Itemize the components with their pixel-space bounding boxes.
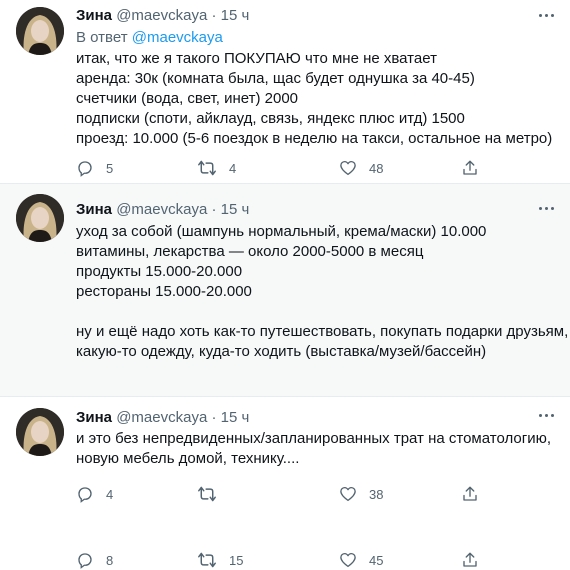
share-icon	[463, 552, 477, 567]
share-button[interactable]	[461, 550, 479, 570]
text-line	[76, 302, 561, 322]
avatar[interactable]	[16, 194, 64, 242]
reply-icon	[78, 161, 92, 177]
tweet[interactable]: Зина @maevckaya · 15 ч В ответ @maevckay…	[0, 0, 570, 183]
reply-count: 5	[106, 160, 114, 176]
tweet-text: итак, что же я такого ПОКУПАЮ что мне не…	[76, 49, 561, 149]
like-button[interactable]: 48	[339, 158, 383, 178]
more-options-icon[interactable]	[536, 406, 556, 424]
author-handle[interactable]: @maevckaya	[116, 7, 207, 24]
retweet-button[interactable]: 15	[197, 550, 243, 570]
share-button[interactable]	[461, 158, 479, 178]
more-options-icon[interactable]	[536, 6, 556, 24]
tweet-header: Зина @maevckaya · 15 ч	[76, 409, 249, 427]
like-count: 45	[369, 552, 384, 568]
retweet-icon	[198, 160, 216, 176]
share-icon	[463, 160, 477, 175]
text-line: уход за собой (шампунь нормальный, крема…	[76, 223, 487, 240]
retweet-count: 4	[229, 160, 237, 176]
author-handle[interactable]: @maevckaya	[116, 409, 207, 426]
text-line: рестораны 15.000-20.000	[76, 283, 252, 300]
retweet-button[interactable]: 4	[197, 158, 236, 178]
more-options-icon[interactable]	[536, 199, 556, 217]
author-name[interactable]: Зина	[76, 7, 112, 24]
timestamp[interactable]: 15 ч	[221, 201, 250, 218]
author-name[interactable]: Зина	[76, 409, 112, 426]
separator: ·	[211, 201, 217, 218]
like-count: 48	[369, 160, 384, 176]
reply-button[interactable]: 5	[76, 158, 113, 178]
avatar[interactable]	[16, 408, 64, 456]
separator: ·	[211, 7, 217, 24]
text-line: счетчики (вода, свет, инет) 2000	[76, 90, 298, 107]
tweet[interactable]: Зина @maevckaya · 15 ч уход за собой (ша…	[0, 183, 570, 569]
tweet-header: Зина @maevckaya · 15 ч	[76, 7, 249, 25]
tweet-text: и это без непредвиденных/запланированных…	[76, 429, 561, 469]
text-line: подписки (споти, айклауд, связь, яндекс …	[76, 110, 465, 127]
text-line: какую-то одежду, куда-то ходить (выставк…	[76, 343, 487, 360]
tweet-text: уход за собой (шампунь нормальный, крема…	[76, 222, 569, 362]
like-button[interactable]: 45	[339, 550, 383, 570]
reply-icon	[78, 553, 92, 569]
action-bar: 5 4 48	[76, 158, 496, 178]
action-bar: 8 15 45	[76, 550, 496, 570]
heart-icon	[340, 552, 356, 568]
text-line: аренда: 30к (комната была, щас будет одн…	[76, 70, 475, 87]
avatar[interactable]	[16, 7, 64, 55]
tweet[interactable]: Зина @maevckaya · 15 ч и это без непредв…	[0, 396, 570, 510]
reply-to-line: В ответ @maevckaya	[76, 29, 223, 46]
heart-icon	[340, 160, 356, 176]
reply-prefix: В ответ	[76, 29, 128, 46]
timestamp[interactable]: 15 ч	[221, 409, 250, 426]
text-line: итак, что же я такого ПОКУПАЮ что мне не…	[76, 50, 437, 67]
reply-count: 8	[106, 552, 114, 568]
text-line: продукты 15.000-20.000	[76, 263, 243, 280]
text-line: проезд: 10.000 (5-6 поездок в неделю на …	[76, 130, 553, 147]
author-name[interactable]: Зина	[76, 201, 112, 218]
separator: ·	[211, 409, 217, 426]
author-handle[interactable]: @maevckaya	[116, 201, 207, 218]
text-line: витамины, лекарства — около 2000-5000 в …	[76, 243, 424, 260]
text-line: и это без непредвиденных/запланированных…	[76, 430, 551, 447]
text-line: новую мебель домой, технику....	[76, 450, 300, 467]
tweet-header: Зина @maevckaya · 15 ч	[76, 201, 249, 219]
text-line: ну и ещё надо хоть как-то путешествовать…	[76, 323, 569, 340]
retweet-icon	[198, 552, 216, 568]
reply-handle-link[interactable]: @maevckaya	[132, 29, 223, 46]
reply-button[interactable]: 8	[76, 550, 113, 570]
timestamp[interactable]: 15 ч	[221, 7, 250, 24]
retweet-count: 15	[229, 552, 244, 568]
